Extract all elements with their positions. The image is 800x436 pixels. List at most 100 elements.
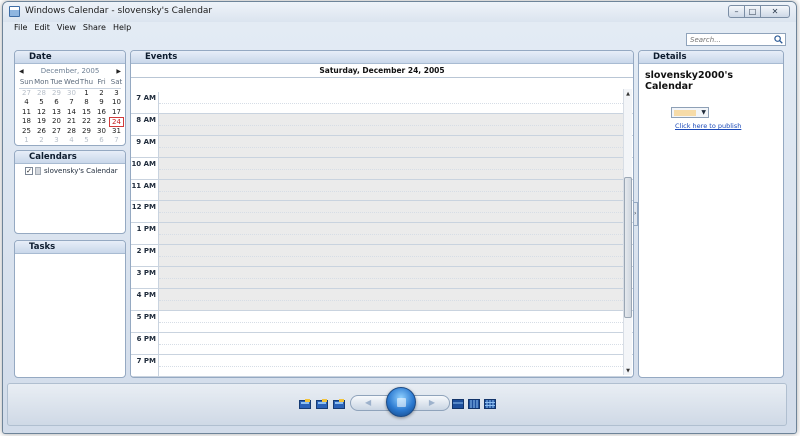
scroll-up-icon[interactable]: ▲ bbox=[624, 91, 632, 97]
mini-calendar-day[interactable]: 26 bbox=[34, 127, 49, 137]
mini-calendar-day[interactable]: 7 bbox=[109, 136, 124, 145]
menu-help[interactable]: Help bbox=[113, 22, 131, 34]
mini-calendar-day[interactable]: 29 bbox=[79, 127, 94, 137]
scrollbar-thumb[interactable] bbox=[624, 177, 632, 318]
minimize-button[interactable]: – bbox=[728, 5, 745, 18]
day-view-icon[interactable] bbox=[452, 399, 464, 409]
hour-label: 2 PM bbox=[131, 245, 159, 267]
mini-calendar-day[interactable]: 27 bbox=[19, 89, 34, 99]
calendar-name: slovensky's Calendar bbox=[44, 167, 118, 175]
hour-row[interactable]: 6 PM bbox=[131, 332, 633, 355]
hour-row[interactable]: 1 PM bbox=[131, 223, 633, 246]
mini-calendar-day[interactable]: 6 bbox=[94, 136, 109, 145]
new-calendar-icon[interactable] bbox=[333, 399, 345, 409]
maximize-button[interactable]: □ bbox=[744, 5, 761, 18]
hour-row[interactable]: 7 AM bbox=[131, 92, 633, 114]
search-input[interactable] bbox=[687, 34, 771, 45]
title-bar[interactable]: Windows Calendar - slovensky's Calendar … bbox=[3, 2, 796, 22]
window-controls: – □ ✕ bbox=[728, 5, 790, 18]
mini-calendar-day[interactable]: 27 bbox=[49, 127, 64, 137]
hour-row[interactable]: 7 PM bbox=[131, 354, 633, 377]
mini-calendar-day[interactable]: 20 bbox=[49, 117, 64, 127]
previous-icon[interactable]: ◀ bbox=[365, 398, 371, 407]
mini-calendar-day[interactable]: 25 bbox=[19, 127, 34, 137]
mini-calendar-day[interactable]: 30 bbox=[94, 127, 109, 137]
menu-edit[interactable]: Edit bbox=[34, 22, 50, 34]
mini-calendar-day[interactable]: 10 bbox=[109, 98, 124, 108]
previous-month-icon[interactable]: ◀ bbox=[19, 68, 24, 75]
search-icon[interactable] bbox=[774, 35, 783, 44]
today-button[interactable] bbox=[386, 387, 416, 417]
mini-calendar-day[interactable]: 11 bbox=[19, 108, 34, 118]
mini-calendar-day[interactable]: 18 bbox=[19, 117, 34, 127]
events-scrollbar[interactable]: ▲ ▼ bbox=[623, 89, 632, 375]
mini-calendar-day[interactable]: 4 bbox=[19, 98, 34, 108]
mini-calendar-day[interactable]: 2 bbox=[94, 89, 109, 99]
mini-calendar-day[interactable]: 2 bbox=[34, 136, 49, 145]
mini-calendar-weekdays: Sun Mon Tue Wed Thu Fri Sat bbox=[15, 78, 125, 88]
hour-row[interactable]: 3 PM bbox=[131, 267, 633, 290]
mini-calendar-day[interactable]: 16 bbox=[94, 108, 109, 118]
menu-share[interactable]: Share bbox=[83, 22, 106, 34]
mini-calendar-day[interactable]: 12 bbox=[34, 108, 49, 118]
hour-row[interactable]: 11 AM bbox=[131, 179, 633, 202]
hour-label: 7 AM bbox=[131, 92, 159, 113]
tasks-panel-title: Tasks bbox=[15, 241, 125, 254]
next-icon[interactable]: ▶ bbox=[429, 398, 435, 407]
weekday-label: Sat bbox=[110, 78, 123, 86]
half-hour-divider bbox=[159, 146, 623, 148]
hour-row[interactable]: 8 AM bbox=[131, 113, 633, 136]
mini-calendar-day[interactable]: 13 bbox=[49, 108, 64, 118]
mini-calendar-day[interactable]: 6 bbox=[49, 98, 64, 108]
mini-calendar-day[interactable]: 31 bbox=[109, 127, 124, 137]
hour-row[interactable]: 10 AM bbox=[131, 157, 633, 180]
mini-calendar-day[interactable]: 23 bbox=[94, 117, 109, 127]
mini-calendar-day[interactable]: 15 bbox=[79, 108, 94, 118]
window-title: Windows Calendar - slovensky's Calendar bbox=[25, 6, 213, 16]
events-panel-title: Events bbox=[131, 51, 633, 64]
mini-calendar-day[interactable]: 3 bbox=[49, 136, 64, 145]
next-month-icon[interactable]: ▶ bbox=[116, 68, 121, 75]
mini-calendar-day[interactable]: 19 bbox=[34, 117, 49, 127]
mini-calendar-day[interactable]: 28 bbox=[64, 127, 79, 137]
calendar-checkbox[interactable]: ✓ bbox=[25, 167, 33, 175]
weekday-label: Sun bbox=[19, 78, 34, 86]
mini-calendar-day[interactable]: 28 bbox=[34, 89, 49, 99]
new-appointment-icon[interactable] bbox=[299, 399, 311, 409]
mini-calendar-day[interactable]: 5 bbox=[79, 136, 94, 145]
hour-row[interactable]: 4 PM bbox=[131, 289, 633, 311]
calendar-color-swatch bbox=[35, 167, 41, 175]
mini-calendar-day[interactable]: 5 bbox=[34, 98, 49, 108]
mini-calendar-day[interactable]: 4 bbox=[64, 136, 79, 145]
week-view-icon[interactable] bbox=[468, 399, 480, 409]
mini-calendar-day[interactable]: 30 bbox=[64, 89, 79, 99]
publish-link[interactable]: Click here to publish bbox=[675, 122, 741, 130]
day-timeline[interactable]: 7 AM 8 AM 9 AM 10 AM 11 AM 12 PM 1 PM 2 PM 3 PM 4… bbox=[131, 92, 633, 377]
mini-calendar-day[interactable]: 21 bbox=[64, 117, 79, 127]
menu-file[interactable]: File bbox=[14, 22, 27, 34]
close-button[interactable]: ✕ bbox=[760, 5, 790, 18]
calendar-list-item[interactable]: ✓ slovensky's Calendar bbox=[15, 164, 125, 175]
mini-calendar-day[interactable]: 8 bbox=[79, 98, 94, 108]
bottom-toolbar: ◀ ▶ bbox=[7, 383, 787, 426]
hour-row[interactable]: 5 PM bbox=[131, 310, 633, 333]
scroll-down-icon[interactable]: ▼ bbox=[624, 368, 632, 374]
mini-calendar-day[interactable]: 24 bbox=[109, 117, 124, 127]
weekday-label: Fri bbox=[97, 78, 106, 86]
hour-row[interactable]: 2 PM bbox=[131, 245, 633, 268]
mini-calendar-day[interactable]: 14 bbox=[64, 108, 79, 118]
mini-calendar-day[interactable]: 17 bbox=[109, 108, 124, 118]
menu-view[interactable]: View bbox=[57, 22, 76, 34]
mini-calendar-day[interactable]: 1 bbox=[19, 136, 34, 145]
mini-calendar-day[interactable]: 29 bbox=[49, 89, 64, 99]
mini-calendar-day[interactable]: 3 bbox=[109, 89, 124, 99]
mini-calendar-day[interactable]: 9 bbox=[94, 98, 109, 108]
hour-row[interactable]: 9 AM bbox=[131, 135, 633, 158]
hour-row[interactable]: 12 PM bbox=[131, 201, 633, 224]
new-task-icon[interactable] bbox=[316, 399, 328, 409]
mini-calendar-day[interactable]: 7 bbox=[64, 98, 79, 108]
mini-calendar-day[interactable]: 1 bbox=[79, 89, 94, 99]
mini-calendar-day[interactable]: 22 bbox=[79, 117, 94, 127]
calendar-color-dropdown[interactable]: ▼ bbox=[671, 107, 709, 118]
month-view-icon[interactable] bbox=[484, 399, 496, 409]
